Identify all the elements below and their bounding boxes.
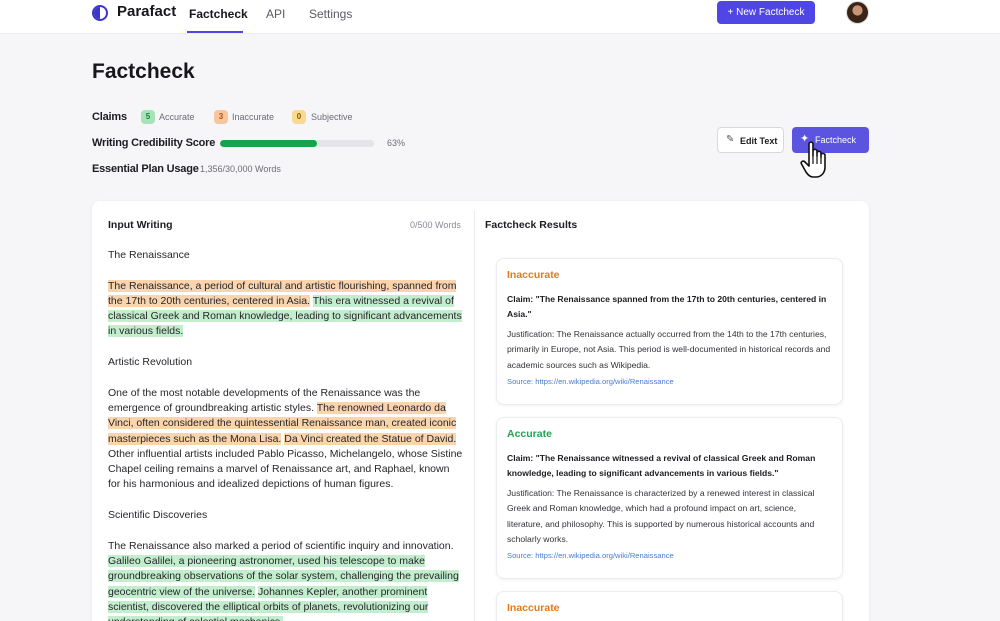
accurate-label: Accurate <box>159 112 195 122</box>
paragraph-3: The Renaissance also marked a period of … <box>108 539 464 621</box>
top-nav-bar: Parafact Factcheck API Settings + New Fa… <box>0 0 1000 34</box>
result-status: Inaccurate <box>507 602 560 614</box>
result-justification: Justification: The Renaissance is charac… <box>507 488 815 544</box>
nav-tab-api[interactable]: API <box>266 7 285 21</box>
result-card[interactable]: Inaccurate <box>496 591 843 621</box>
factcheck-card: Input Writing 0/500 Words Factcheck Resu… <box>92 201 869 621</box>
nav-tab-factcheck[interactable]: Factcheck <box>189 7 248 21</box>
credibility-label: Writing Credibility Score <box>92 137 216 149</box>
word-count: 0/500 Words <box>410 220 461 230</box>
credibility-percent: 63% <box>387 138 406 148</box>
result-claim: Claim: "The Renaissance spanned from the… <box>507 294 827 319</box>
credibility-progress-fill <box>220 140 318 147</box>
claim-highlight-inaccurate[interactable]: Da Vinci created the Statue of David. <box>284 432 457 445</box>
plain-sentence: Other influential artists included Pablo… <box>108 447 463 491</box>
subjective-label: Subjective <box>311 112 353 122</box>
inaccurate-label: Inaccurate <box>232 112 275 122</box>
result-source-link[interactable]: Source: https://en.wikipedia.org/wiki/Re… <box>507 377 832 386</box>
result-status: Accurate <box>507 428 552 440</box>
pencil-icon: ✎ <box>726 134 735 145</box>
subjective-count-badge: 0 <box>292 110 306 124</box>
result-card[interactable]: Inaccurate Claim: "The Renaissance spann… <box>496 258 843 405</box>
paragraph-2: One of the most notable developments of … <box>108 386 464 493</box>
parafact-logo-icon[interactable] <box>92 5 108 21</box>
plain-sentence: The Renaissance also marked a period of … <box>108 539 454 552</box>
active-tab-indicator <box>187 31 243 33</box>
result-source-link[interactable]: Source: https://en.wikipedia.org/wiki/Re… <box>507 551 832 560</box>
result-justification: Justification: The Renaissance actually … <box>507 329 831 370</box>
result-card[interactable]: Accurate Claim: "The Renaissance witness… <box>496 417 843 579</box>
input-writing-title: Input Writing <box>108 219 173 231</box>
factcheck-results-title: Factcheck Results <box>485 219 578 231</box>
page-title: Factcheck <box>92 60 195 83</box>
accurate-count-badge: 5 <box>141 110 155 124</box>
inaccurate-count-badge: 3 <box>214 110 228 124</box>
usage-value: 1,356/30,000 Words <box>200 164 281 174</box>
result-claim: Claim: "The Renaissance witnessed a revi… <box>507 453 816 478</box>
heading-artistic-revolution: Artistic Revolution <box>108 356 193 369</box>
input-writing-text[interactable]: The Renaissance The Renaissance, a perio… <box>108 248 464 621</box>
user-avatar[interactable] <box>846 1 869 24</box>
brand-name[interactable]: Parafact <box>117 3 176 20</box>
credibility-progress-bar <box>220 140 374 147</box>
new-factcheck-button[interactable]: + New Factcheck <box>717 1 815 24</box>
heading-renaissance: The Renaissance <box>108 249 190 261</box>
edit-text-label: Edit Text <box>740 136 778 146</box>
heading-scientific-discoveries: Scientific Discoveries <box>108 509 208 522</box>
usage-label: Essential Plan Usage <box>92 163 199 175</box>
nav-tab-settings[interactable]: Settings <box>309 7 352 21</box>
hand-pointer-cursor-icon <box>800 141 826 178</box>
result-status: Inaccurate <box>507 269 560 281</box>
paragraph-1: The Renaissance, a period of cultural an… <box>108 279 464 340</box>
edit-text-button[interactable]: ✎ Edit Text <box>717 127 784 153</box>
claims-label: Claims <box>92 111 127 123</box>
panel-divider <box>474 211 475 621</box>
